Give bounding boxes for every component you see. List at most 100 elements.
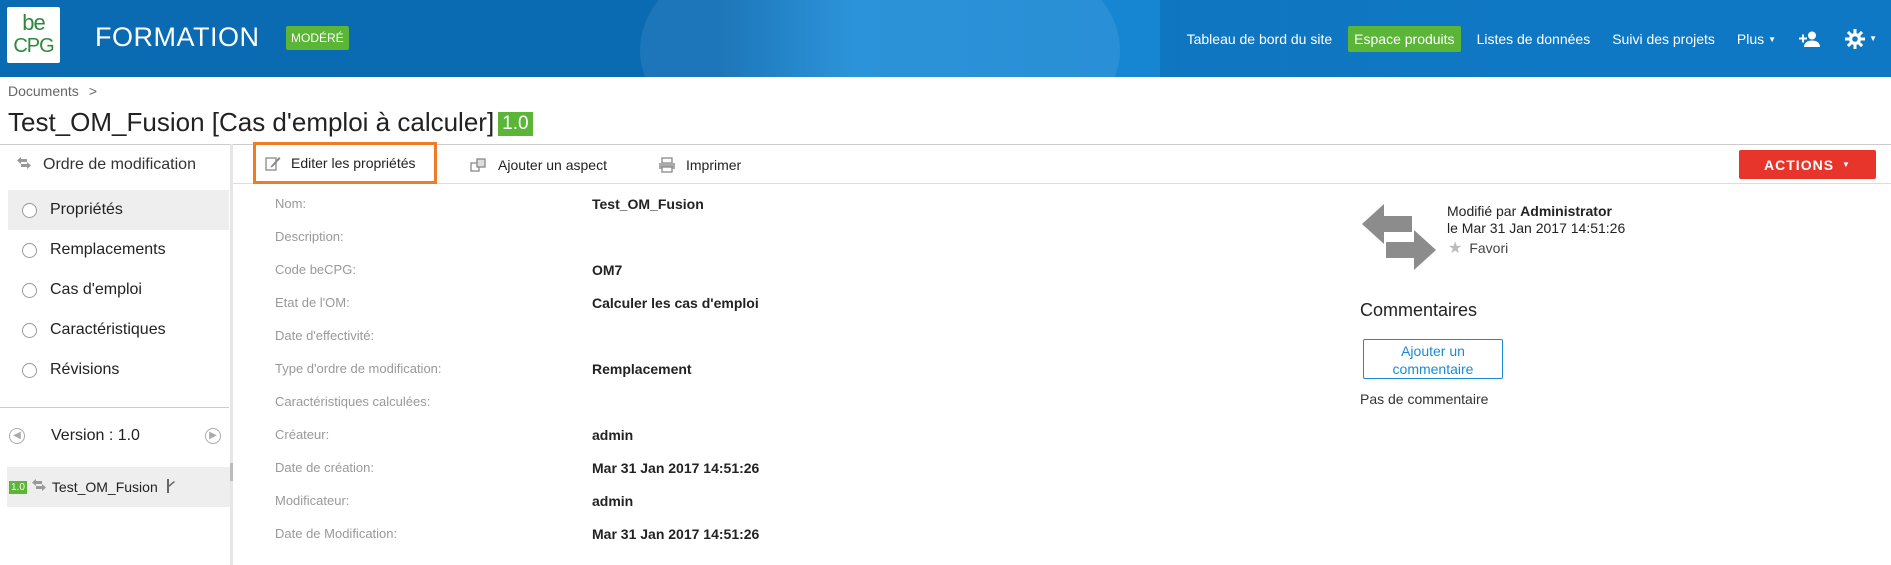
- star-icon: ★: [1448, 240, 1463, 257]
- modified-by-line: Modifié par Administrator: [1447, 203, 1625, 220]
- property-row-state: Etat de l'OM: Calculer les cas d'emploi: [275, 295, 875, 315]
- top-navigation: Tableau de bord du site Espace produits …: [1176, 0, 1891, 77]
- property-row-name: Nom: Test_OM_Fusion: [275, 196, 875, 216]
- logo-line2: CPG: [13, 35, 54, 57]
- actions-label: ACTIONS: [1764, 156, 1835, 173]
- radio-icon: [22, 282, 37, 298]
- sidebar-item-characteristics[interactable]: Caractéristiques: [8, 310, 229, 350]
- radio-icon: [22, 322, 37, 338]
- property-row-modification-date: Date de Modification: Mar 31 Jan 2017 14:…: [275, 526, 875, 546]
- sidebar-header-label: Ordre de modification: [43, 155, 196, 173]
- property-row-type: Type d'ordre de modification: Remplacemen…: [275, 361, 875, 381]
- edit-properties-button[interactable]: Editer les propriétés: [253, 142, 437, 184]
- sidebar-nav: Propriétés Remplacements Cas d'emploi Ca…: [8, 190, 229, 390]
- sidebar-item-label: Propriétés: [50, 201, 123, 218]
- edit-properties-label: Editer les propriétés: [291, 155, 416, 171]
- sidebar-item-properties[interactable]: Propriétés: [8, 190, 229, 230]
- property-label: Caractéristiques calculées:: [275, 394, 431, 409]
- breadcrumb: Documents >: [8, 83, 97, 99]
- site-title[interactable]: FORMATION: [95, 22, 259, 53]
- sidebar-header: Ordre de modification: [0, 144, 232, 184]
- tree-item-label: Test_OM_Fusion: [51, 479, 158, 495]
- breadcrumb-separator: >: [88, 83, 97, 99]
- sidebar-item-replacements[interactable]: Remplacements: [8, 230, 229, 270]
- site-moderated-badge: MODÉRÉ: [286, 26, 349, 50]
- arrow-left-icon[interactable]: ◀: [9, 428, 25, 444]
- property-row-creation-date: Date de création: Mar 31 Jan 2017 14:51:2…: [275, 460, 875, 480]
- gear-icon[interactable]: ▼: [1833, 28, 1891, 49]
- property-label: Etat de l'OM:: [275, 295, 350, 310]
- sidebar-item-label: Cas d'emploi: [50, 281, 142, 298]
- nav-projects[interactable]: Suivi des projets: [1601, 31, 1726, 47]
- comments-title: Commentaires: [1360, 300, 1478, 320]
- sidebar-item-label: Révisions: [50, 361, 120, 378]
- add-user-icon[interactable]: [1787, 31, 1833, 47]
- sidebar-item-where-used[interactable]: Cas d'emploi: [8, 270, 229, 310]
- property-label: Code beCPG:: [275, 262, 356, 277]
- favorite-toggle[interactable]: ★ Favori: [1448, 238, 1508, 258]
- top-header: be CPG FORMATION MODÉRÉ Tableau de bord …: [0, 0, 1891, 77]
- sidebar-item-revisions[interactable]: Révisions: [8, 350, 229, 390]
- edit-icon: [265, 155, 281, 171]
- sidebar-resize-bar[interactable]: [230, 144, 233, 565]
- sidebar-scrollbar-thumb[interactable]: [230, 463, 233, 481]
- property-row-computed-characteristics: Caractéristiques calculées:: [275, 394, 875, 414]
- nav-more[interactable]: Plus ▼: [1726, 31, 1787, 47]
- property-value: Mar 31 Jan 2017 14:51:26: [592, 526, 760, 542]
- property-label: Description:: [275, 229, 344, 244]
- property-row-effective-date: Date d'effectivité:: [275, 328, 875, 348]
- branch-icon: [166, 478, 176, 496]
- change-order-icon: [31, 478, 46, 496]
- nav-dashboard[interactable]: Tableau de bord du site: [1176, 31, 1344, 47]
- property-row-description: Description:: [275, 229, 875, 249]
- printer-icon: [658, 156, 676, 173]
- radio-icon: [22, 242, 37, 258]
- modified-by-prefix: Modifié par: [1447, 203, 1517, 219]
- add-comment-button[interactable]: Ajouter un commentaire: [1363, 339, 1503, 379]
- favorite-label: Favori: [1469, 240, 1509, 256]
- property-label: Type d'ordre de modification:: [275, 361, 442, 376]
- page-title: Test_OM_Fusion [Cas d'emploi à calculer]…: [8, 107, 533, 138]
- actions-button[interactable]: ACTIONS ▼: [1739, 150, 1876, 179]
- no-comment-text: Pas de commentaire: [1360, 391, 1489, 407]
- property-label: Date d'effectivité:: [275, 328, 375, 343]
- sidebar-divider: [0, 407, 229, 408]
- change-order-icon: [17, 156, 31, 174]
- property-row-creator: Créateur: admin: [275, 427, 875, 447]
- property-value: Test_OM_Fusion: [592, 196, 704, 212]
- tree-version-badge: 1.0: [9, 480, 27, 494]
- document-toolbar: Editer les propriétés Ajouter un aspect …: [233, 142, 1891, 184]
- sidebar-item-label: Caractéristiques: [50, 321, 166, 338]
- print-label: Imprimer: [686, 156, 742, 173]
- print-button[interactable]: Imprimer: [658, 145, 741, 184]
- modified-date: le Mar 31 Jan 2017 14:51:26: [1447, 220, 1626, 236]
- version-tree-item[interactable]: 1.0 Test_OM_Fusion: [7, 467, 230, 507]
- radio-icon: [22, 362, 37, 378]
- modified-by-user[interactable]: Administrator: [1520, 203, 1612, 219]
- arrow-right-icon[interactable]: ▶: [205, 428, 221, 444]
- nav-products[interactable]: Espace produits: [1348, 25, 1461, 52]
- chevron-down-icon: ▼: [1768, 35, 1777, 45]
- sidebar-item-label: Remplacements: [50, 241, 166, 258]
- version-label: Version : 1.0: [51, 427, 140, 444]
- property-value: admin: [592, 493, 634, 509]
- modification-info: Modifié par Administrator le Mar 31 Jan …: [1447, 203, 1625, 237]
- property-label: Nom:: [275, 196, 307, 211]
- version-badge: 1.0: [498, 112, 533, 136]
- breadcrumb-documents[interactable]: Documents: [8, 83, 79, 99]
- page-title-text: Test_OM_Fusion [Cas d'emploi à calculer]: [8, 107, 495, 137]
- add-aspect-label: Ajouter un aspect: [498, 156, 607, 173]
- nav-more-label: Plus: [1736, 30, 1765, 47]
- gear-menu-caret-icon: ▼: [1869, 34, 1877, 43]
- property-value: Mar 31 Jan 2017 14:51:26: [592, 460, 760, 476]
- logo-line1: be: [22, 10, 45, 35]
- property-value: OM7: [592, 262, 623, 278]
- add-aspect-button[interactable]: Ajouter un aspect: [470, 145, 607, 184]
- property-value: Calculer les cas d'emploi: [592, 295, 759, 311]
- header-decoration: [640, 0, 1120, 77]
- becpg-logo[interactable]: be CPG: [7, 7, 60, 63]
- nav-data-lists[interactable]: Listes de données: [1466, 31, 1602, 47]
- property-value: Remplacement: [592, 361, 692, 377]
- property-row-code: Code beCPG: OM7: [275, 262, 875, 282]
- property-label: Date de création:: [275, 460, 375, 475]
